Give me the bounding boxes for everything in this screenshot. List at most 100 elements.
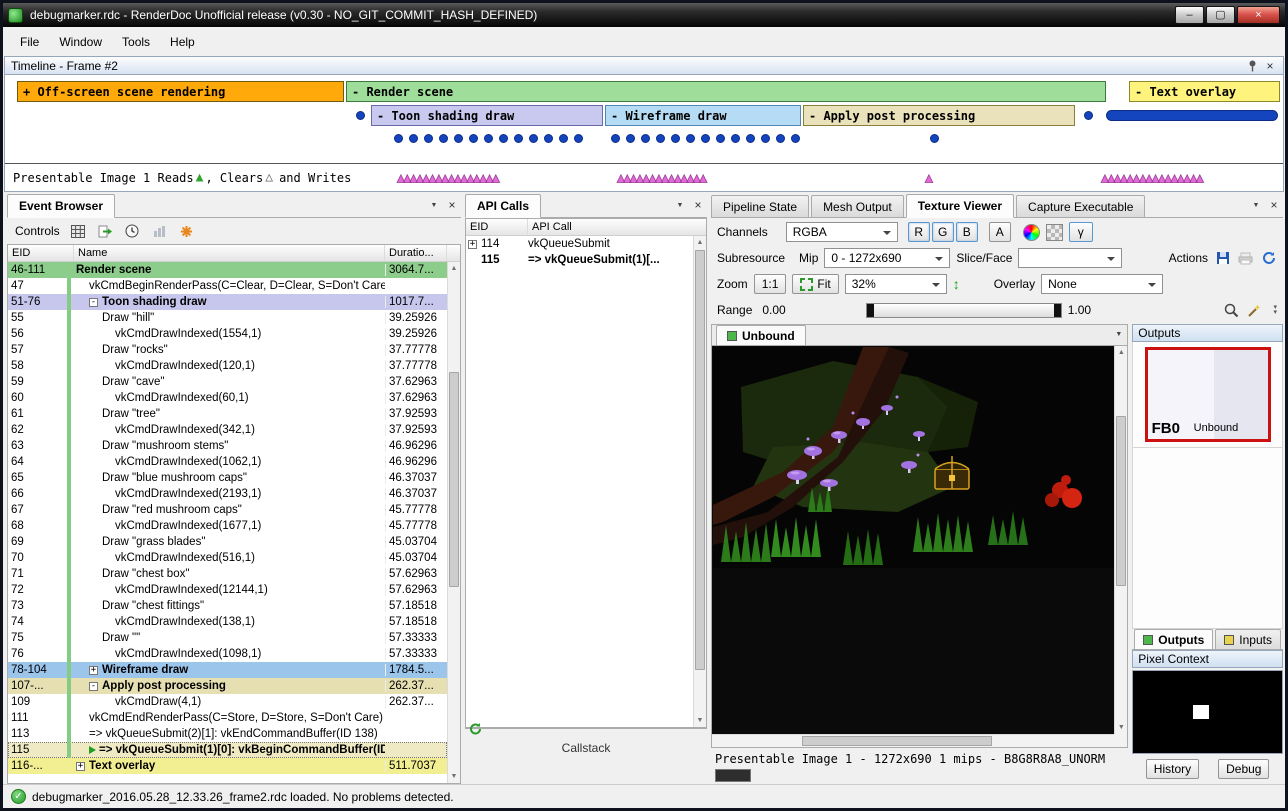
table-row[interactable]: 67Draw "red mushroom caps"45.77778 bbox=[8, 502, 447, 518]
table-row[interactable]: 55Draw "hill"39.25926 bbox=[8, 310, 447, 326]
flip-y-icon[interactable]: ↕ bbox=[953, 276, 960, 292]
texture-image[interactable] bbox=[713, 347, 1120, 568]
timeline-canvas[interactable]: + Off-screen scene rendering - Render sc… bbox=[4, 75, 1284, 192]
event-dot-icon[interactable] bbox=[439, 134, 448, 143]
table-row[interactable]: 61Draw "tree"37.92593 bbox=[8, 406, 447, 422]
title-bar[interactable]: debugmarker.rdc - RenderDoc Unofficial r… bbox=[3, 3, 1285, 27]
event-dot-icon[interactable] bbox=[930, 134, 939, 143]
api-calls-scrollbar[interactable]: ▲ ▼ bbox=[693, 236, 706, 727]
channel-g-button[interactable]: G bbox=[932, 222, 954, 242]
maximize-button[interactable]: ▢ bbox=[1206, 6, 1235, 24]
autofit-wand-icon[interactable] bbox=[1246, 302, 1263, 319]
table-row[interactable]: 76vkCmdDrawIndexed(1098,1)57.33333 bbox=[8, 646, 447, 662]
table-row[interactable]: 57Draw "rocks"37.77778 bbox=[8, 342, 447, 358]
table-row[interactable]: 109vkCmdDraw(4,1)262.37... bbox=[8, 694, 447, 710]
channel-b-button[interactable]: B bbox=[956, 222, 978, 242]
event-dot-icon[interactable] bbox=[761, 134, 770, 143]
column-name[interactable]: Name bbox=[74, 245, 385, 261]
table-row[interactable]: 69Draw "grass blades"45.03704 bbox=[8, 534, 447, 550]
tab-texture-viewer[interactable]: Texture Viewer bbox=[906, 194, 1014, 218]
expand-icon[interactable]: + bbox=[89, 666, 98, 675]
range-slider[interactable] bbox=[866, 303, 1062, 318]
table-row[interactable]: 115=> vkQueueSubmit(1)[... bbox=[466, 252, 693, 268]
range-min-handle[interactable] bbox=[867, 304, 874, 317]
table-row[interactable]: +114vkQueueSubmit bbox=[466, 236, 693, 252]
channels-select[interactable]: RGBA bbox=[786, 222, 898, 242]
tab-mesh-output[interactable]: Mesh Output bbox=[811, 195, 904, 217]
table-row[interactable]: 75Draw ""57.33333 bbox=[8, 630, 447, 646]
print-icon[interactable] bbox=[1237, 250, 1254, 267]
collapse-icon[interactable]: - bbox=[89, 298, 98, 307]
menu-item-help[interactable]: Help bbox=[161, 30, 204, 54]
fit-button[interactable]: Fit bbox=[792, 274, 838, 294]
event-dot-icon[interactable] bbox=[686, 134, 695, 143]
pin-icon[interactable] bbox=[1245, 59, 1259, 73]
scrollbar-thumb[interactable] bbox=[802, 736, 992, 746]
event-dot-icon[interactable] bbox=[611, 134, 620, 143]
event-dot-icon[interactable] bbox=[544, 134, 553, 143]
tab-outputs[interactable]: Outputs bbox=[1134, 629, 1213, 649]
table-row[interactable]: 74vkCmdDrawIndexed(138,1)57.18518 bbox=[8, 614, 447, 630]
overlay-select[interactable]: None bbox=[1041, 274, 1163, 294]
texture-display[interactable]: ▲ ▼ bbox=[711, 345, 1128, 748]
scroll-down-icon[interactable]: ▼ bbox=[448, 770, 460, 783]
texture-horizontal-scrollbar[interactable] bbox=[712, 734, 1114, 747]
table-row[interactable]: 51-76-Toon shading draw1017.7... bbox=[8, 294, 447, 310]
tab-pipeline-state[interactable]: Pipeline State bbox=[711, 195, 809, 217]
event-dot-icon[interactable] bbox=[394, 134, 403, 143]
range-max-handle[interactable] bbox=[1054, 304, 1061, 317]
event-dot-icon[interactable] bbox=[454, 134, 463, 143]
table-row[interactable]: 111vkCmdEndRenderPass(C=Store, D=Store, … bbox=[8, 710, 447, 726]
select-columns-icon[interactable] bbox=[70, 223, 87, 240]
checkerboard-icon[interactable] bbox=[1046, 224, 1063, 241]
tab-capture-executable[interactable]: Capture Executable bbox=[1016, 195, 1145, 217]
texture-vertical-scrollbar[interactable]: ▲ ▼ bbox=[1114, 346, 1127, 734]
slice-face-select[interactable] bbox=[1018, 248, 1122, 268]
zoom-1to1-button[interactable]: 1:1 bbox=[754, 274, 787, 294]
column-api-call[interactable]: API Call bbox=[528, 219, 706, 235]
event-dot-icon[interactable] bbox=[791, 134, 800, 143]
table-row[interactable]: 58vkCmdDrawIndexed(120,1)37.77778 bbox=[8, 358, 447, 374]
fb0-thumbnail[interactable]: FB0 Unbound bbox=[1145, 347, 1271, 442]
timeline-block-offscreen[interactable]: + Off-screen scene rendering bbox=[17, 81, 344, 102]
collapse-icon[interactable]: - bbox=[89, 682, 98, 691]
timeline-block-render-scene[interactable]: - Render scene bbox=[346, 81, 1106, 102]
dock-menu-icon[interactable]: ▼ bbox=[1249, 198, 1263, 212]
scroll-up-icon[interactable]: ▲ bbox=[694, 236, 706, 249]
channel-a-button[interactable]: A bbox=[989, 222, 1011, 242]
scroll-down-icon[interactable]: ▼ bbox=[694, 714, 706, 727]
table-row[interactable]: 107-...-Apply post processing262.37... bbox=[8, 678, 447, 694]
event-dot-icon[interactable] bbox=[626, 134, 635, 143]
table-row[interactable]: 59Draw "cave"37.62963 bbox=[8, 374, 447, 390]
timeline-block-wireframe[interactable]: - Wireframe draw bbox=[605, 105, 801, 126]
menu-item-tools[interactable]: Tools bbox=[113, 30, 159, 54]
save-icon[interactable] bbox=[1214, 250, 1231, 267]
expand-icon[interactable]: + bbox=[76, 762, 85, 771]
dock-menu-icon[interactable]: ▼ bbox=[427, 198, 441, 212]
table-row[interactable]: 72vkCmdDrawIndexed(12144,1)57.62963 bbox=[8, 582, 447, 598]
event-dot-icon[interactable] bbox=[701, 134, 710, 143]
table-row[interactable]: 56vkCmdDrawIndexed(1554,1)39.25926 bbox=[8, 326, 447, 342]
event-dot-icon[interactable] bbox=[469, 134, 478, 143]
tab-event-browser[interactable]: Event Browser bbox=[7, 194, 115, 218]
pixel-context-view[interactable] bbox=[1132, 670, 1283, 754]
table-row[interactable]: 60vkCmdDrawIndexed(60,1)37.62963 bbox=[8, 390, 447, 406]
event-dot-icon[interactable] bbox=[499, 134, 508, 143]
event-dot-icon[interactable] bbox=[776, 134, 785, 143]
table-row[interactable]: 65Draw "blue mushroom caps"46.37037 bbox=[8, 470, 447, 486]
table-row[interactable]: 70vkCmdDrawIndexed(516,1)45.03704 bbox=[8, 550, 447, 566]
tab-inputs[interactable]: Inputs bbox=[1215, 629, 1281, 649]
event-dot-icon[interactable] bbox=[671, 134, 680, 143]
timeline-dock-header[interactable]: Timeline - Frame #2 × bbox=[4, 56, 1284, 75]
scroll-down-icon[interactable]: ▼ bbox=[1115, 721, 1127, 734]
timeline-block-toon-shading[interactable]: - Toon shading draw bbox=[371, 105, 603, 126]
close-button[interactable]: × bbox=[1237, 6, 1280, 24]
debug-button[interactable]: Debug bbox=[1218, 759, 1269, 779]
event-dot-icon[interactable] bbox=[1084, 111, 1093, 120]
table-row[interactable]: 47vkCmdBeginRenderPass(C=Clear, D=Clear,… bbox=[8, 278, 447, 294]
table-row[interactable]: 46-111Render scene3064.7... bbox=[8, 262, 447, 278]
column-eid[interactable]: EID bbox=[466, 219, 528, 235]
table-row[interactable]: 71Draw "chest box"57.62963 bbox=[8, 566, 447, 582]
timeline-block-post-processing[interactable]: - Apply post processing bbox=[803, 105, 1075, 126]
expand-icon[interactable]: + bbox=[468, 240, 477, 249]
